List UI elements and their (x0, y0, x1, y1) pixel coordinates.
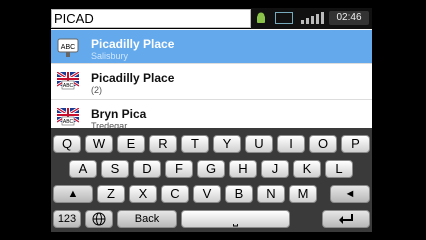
result-subtitle: (2) (91, 85, 102, 95)
key-p[interactable]: P (341, 135, 370, 153)
key-r[interactable]: R (149, 135, 177, 153)
result-item[interactable]: ABC Picadilly Place (2) (51, 64, 372, 100)
key-c[interactable]: C (161, 185, 189, 203)
key-d[interactable]: D (133, 160, 161, 178)
svg-text:ABC: ABC (61, 44, 75, 51)
key-g[interactable]: G (197, 160, 225, 178)
key-u[interactable]: U (245, 135, 273, 153)
key-v[interactable]: V (193, 185, 221, 203)
svg-text:ABC: ABC (63, 83, 74, 89)
key-k[interactable]: K (293, 160, 321, 178)
key-n[interactable]: N (257, 185, 285, 203)
result-title: Picadilly Place (91, 37, 175, 51)
key-s[interactable]: S (101, 160, 129, 178)
on-screen-keyboard: Q W E R T Y U I O P A S D F G H J K L ▲ … (51, 128, 372, 232)
uk-flag-abc-icon: ABC (57, 72, 79, 90)
key-x[interactable]: X (129, 185, 157, 203)
key-m[interactable]: M (289, 185, 317, 203)
language-key[interactable] (85, 210, 113, 228)
space-key[interactable]: ⎵ (181, 210, 290, 228)
key-f[interactable]: F (165, 160, 193, 178)
search-input[interactable]: PICAD (51, 9, 251, 28)
key-b[interactable]: B (225, 185, 253, 203)
key-o[interactable]: O (309, 135, 337, 153)
results-list: ABC Picadilly Place Salisbury ABC Picadi… (51, 30, 372, 131)
top-bar: PICAD 02:46 (51, 8, 372, 29)
key-q[interactable]: Q (53, 135, 81, 153)
shift-key[interactable]: ▲ (53, 185, 93, 203)
left-arrow-key[interactable]: ◄ (330, 185, 370, 203)
svg-text:ABC: ABC (63, 119, 74, 125)
key-t[interactable]: T (181, 135, 209, 153)
key-z[interactable]: Z (97, 185, 125, 203)
result-title: Bryn Pica (91, 107, 147, 121)
result-item[interactable]: ABC Bryn Pica Tredegar (51, 100, 372, 131)
result-subtitle: Salisbury (91, 51, 129, 61)
key-y[interactable]: Y (213, 135, 241, 153)
clock: 02:46 (329, 11, 369, 25)
key-j[interactable]: J (261, 160, 289, 178)
result-item[interactable]: ABC Picadilly Place Salisbury (51, 30, 372, 64)
signal-icon (301, 12, 324, 24)
globe-icon (92, 212, 106, 226)
key-e[interactable]: E (117, 135, 145, 153)
enter-icon (339, 214, 353, 224)
key-i[interactable]: I (277, 135, 305, 153)
uk-flag-abc-icon: ABC (57, 108, 79, 126)
status-bar: 02:46 (251, 8, 372, 29)
screen: PICAD 02:46 ABC Picadilly Place Salisbur… (51, 8, 372, 232)
enter-key[interactable] (322, 210, 370, 228)
android-icon (257, 12, 265, 23)
result-title: Picadilly Place (91, 71, 175, 85)
mode-123-key[interactable]: 123 (53, 210, 81, 228)
key-l[interactable]: L (325, 160, 353, 178)
abc-poi-icon: ABC (57, 38, 79, 57)
key-h[interactable]: H (229, 160, 257, 178)
key-a[interactable]: A (69, 160, 97, 178)
key-w[interactable]: W (85, 135, 113, 153)
screen-mode-icon (275, 12, 293, 24)
back-key[interactable]: Back (117, 210, 177, 228)
